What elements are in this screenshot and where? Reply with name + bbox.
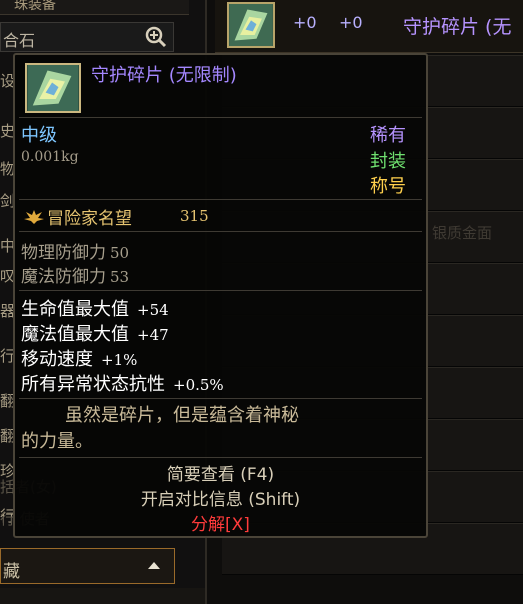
panel-bottom-strip — [0, 588, 205, 604]
fame-wing-icon — [24, 210, 44, 224]
stat-value: +47 — [137, 326, 169, 344]
disassemble-hint: 分解[X] — [191, 515, 250, 535]
item-rarity: 稀有 — [370, 125, 406, 146]
faded-item-name: 银质金面 — [432, 224, 493, 242]
item-grade: 中级 — [21, 125, 57, 146]
item-name: 守护碎片 (无 — [403, 16, 512, 38]
compare-info-hint: 开启对比信息 (Shift) — [140, 490, 301, 510]
search-zoom-icon[interactable] — [145, 26, 167, 48]
dropdown-label: 藏 — [3, 562, 20, 582]
category-dropdown[interactable]: 藏 — [0, 548, 175, 584]
physical-defense-value: 50 — [110, 244, 130, 262]
stat-row: 生命值最大值 +54 — [21, 295, 169, 321]
selected-item-row[interactable]: +0 +0 守护碎片 (无 — [215, 0, 523, 53]
divider — [19, 231, 422, 232]
magic-defense-label: 魔法防御力 — [21, 267, 106, 287]
tooltip-title: 守护碎片 (无限制) — [91, 65, 237, 86]
stat-value: +0.5% — [173, 376, 224, 394]
crystal-shard-icon — [227, 2, 275, 48]
divider — [19, 290, 422, 291]
item-weight: 0.001kg — [21, 149, 79, 165]
flavor-line: 的力量。 — [21, 431, 93, 452]
fame-value: 315 — [180, 207, 209, 225]
physical-defense: 物理防御力 50 — [21, 238, 129, 263]
stat-row: 移动速度 +1% — [21, 345, 137, 371]
magic-defense-value: 53 — [110, 268, 130, 286]
stat-label: 移动速度 — [21, 349, 93, 370]
fame-label: 冒险家名望 — [47, 209, 132, 229]
magic-defense: 魔法防御力 53 — [21, 262, 129, 287]
stat-value: +1% — [101, 351, 138, 369]
item-bind-status: 封装 — [370, 151, 406, 172]
physical-defense-label: 物理防御力 — [21, 243, 106, 263]
divider — [19, 457, 422, 458]
divider — [19, 199, 422, 200]
flavor-line: 虽然是碎片，但是蕴含着神秘 — [65, 405, 299, 426]
flavor-text: 虽然是碎片，但是蕴含着神秘 的力量。 — [21, 403, 391, 455]
stat-label: 生命值最大值 — [21, 299, 129, 320]
stat-value: +54 — [137, 301, 169, 319]
search-box[interactable]: 合石 — [0, 22, 174, 52]
divider — [19, 117, 422, 118]
amplify-level: +0 — [339, 13, 363, 32]
search-label: 合石 — [3, 31, 36, 50]
item-tooltip: 守护碎片 (无限制) 中级 0.001kg 稀有 封装 称号 冒险家名望 315… — [13, 53, 428, 538]
panel-top-label: 珠装备 — [0, 0, 189, 15]
brief-view-hint: 简要查看 (F4) — [166, 465, 275, 485]
stat-row: 所有异常状态抗性 +0.5% — [21, 370, 224, 396]
stat-label: 魔法值最大值 — [21, 324, 129, 345]
divider — [19, 398, 422, 399]
item-type: 称号 — [370, 176, 406, 197]
stat-label: 所有异常状态抗性 — [21, 374, 165, 395]
caret-up-icon — [148, 562, 160, 569]
enhance-level: +0 — [293, 13, 317, 32]
stat-row: 魔法值最大值 +47 — [21, 320, 169, 346]
crystal-shard-icon — [25, 63, 81, 113]
